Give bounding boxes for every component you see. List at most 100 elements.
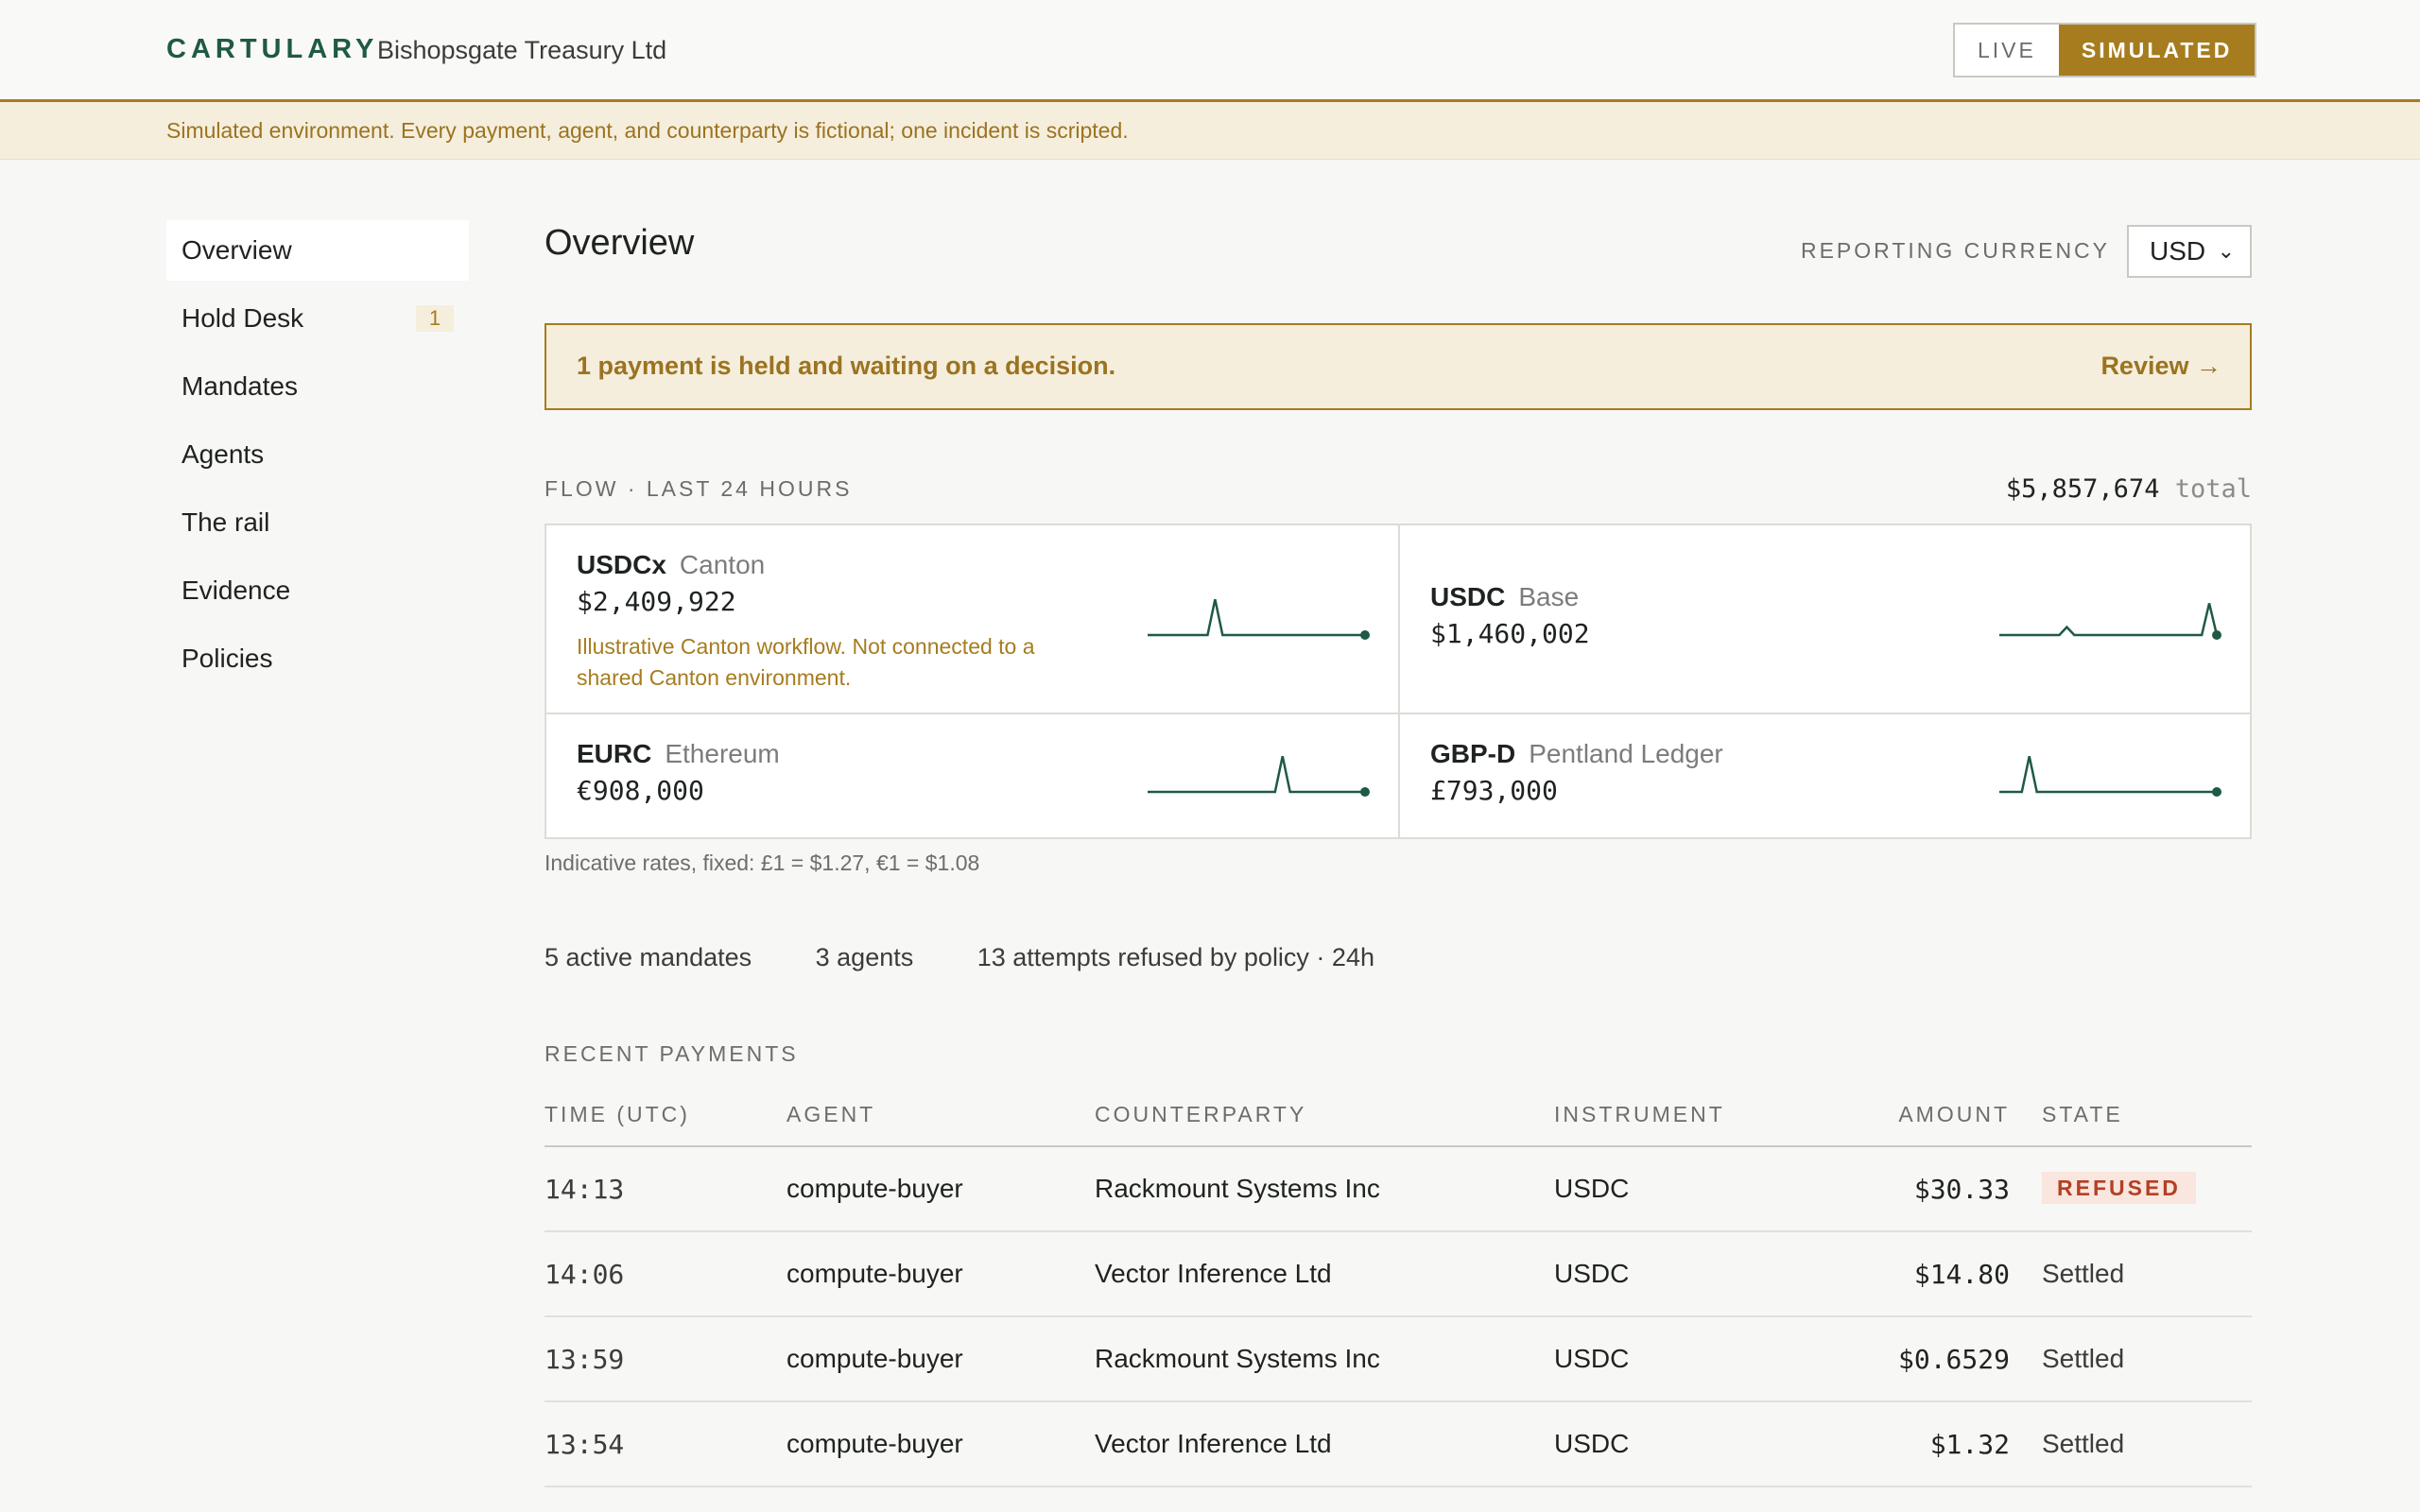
sidebar-item-evidence[interactable]: Evidence bbox=[166, 560, 469, 621]
sidebar-item-label: Agents bbox=[182, 439, 265, 469]
row-state: REFUSED bbox=[2042, 1172, 2196, 1204]
flow-card-note: Illustrative Canton workflow. Not connec… bbox=[577, 634, 1035, 690]
sparkline-chart bbox=[1148, 755, 1370, 797]
indicative-rates-note: Indicative rates, fixed: £1 = $1.27, €1 … bbox=[544, 850, 980, 875]
column-header-agent[interactable]: AGENT bbox=[786, 1102, 875, 1127]
row-state: Settled bbox=[2042, 1344, 2125, 1373]
row-amount: $0.6529 bbox=[1897, 1344, 2010, 1375]
row-amount: $1.32 bbox=[1929, 1429, 2010, 1460]
table-row[interactable]: 14:13 compute-buyer Rackmount Systems In… bbox=[544, 1147, 2252, 1232]
sparkline-endpoint bbox=[1360, 787, 1370, 797]
refused-attempts-stat[interactable]: 13 attempts refused by policy · 24h bbox=[977, 943, 1374, 971]
flow-card-usdcx[interactable]: USDCx Canton $2,409,922 Illustrative Cant… bbox=[546, 525, 1400, 714]
sidebar-item-hold-desk[interactable]: Hold Desk 1 bbox=[166, 288, 469, 349]
flow-card-network: Base bbox=[1518, 582, 1580, 611]
simulation-banner: Simulated environment. Every payment, ag… bbox=[0, 102, 2420, 160]
table-row[interactable]: 13:54 compute-buyer Vector Inference Ltd… bbox=[544, 1402, 2252, 1487]
column-header-counterparty[interactable]: COUNTERPARTY bbox=[1095, 1102, 1306, 1127]
row-agent: compute-buyer bbox=[786, 1344, 963, 1373]
sidebar-item-label: Evidence bbox=[182, 576, 291, 605]
env-live-button[interactable]: LIVE bbox=[1955, 25, 2059, 76]
review-link[interactable]: Review → bbox=[2100, 352, 2221, 381]
column-header-state[interactable]: STATE bbox=[2042, 1102, 2123, 1127]
page-title: Overview bbox=[544, 223, 695, 263]
row-instrument: USDC bbox=[1554, 1174, 1630, 1203]
flow-card-instrument: USDC Base bbox=[1430, 582, 1580, 611]
flow-section-label: FLOW · LAST 24 HOURS bbox=[544, 476, 853, 501]
flow-card-instrument: EURC Ethereum bbox=[577, 739, 780, 768]
row-counterparty: Rackmount Systems Inc bbox=[1095, 1344, 1380, 1373]
simulation-banner-text: Simulated environment. Every payment, ag… bbox=[166, 118, 1129, 143]
summary-stats: 5 active mandates 3 agents 13 attempts r… bbox=[544, 943, 1431, 972]
sparkline-path bbox=[1148, 755, 1365, 794]
reporting-currency-label: REPORTING CURRENCY bbox=[1800, 238, 2110, 263]
column-header-time[interactable]: TIME (UTC) bbox=[544, 1102, 690, 1127]
column-header-amount[interactable]: AMOUNT bbox=[1898, 1102, 2010, 1127]
flow-card-instrument: USDCx Canton bbox=[577, 550, 766, 579]
flow-card-gbp-d[interactable]: GBP-D Pentland Ledger £793,000 bbox=[1400, 714, 2251, 837]
reporting-currency-select[interactable]: USD ⌄ bbox=[2127, 225, 2252, 278]
sidebar-item-overview[interactable]: Overview bbox=[166, 220, 469, 281]
table-row[interactable]: 14:06 compute-buyer Vector Inference Ltd… bbox=[544, 1232, 2252, 1317]
table-row[interactable]: 13:59 compute-buyer Rackmount Systems In… bbox=[544, 1317, 2252, 1402]
row-counterparty: Vector Inference Ltd bbox=[1095, 1429, 1332, 1458]
flow-card-network: Canton bbox=[679, 550, 766, 579]
row-instrument: USDC bbox=[1554, 1259, 1630, 1288]
row-time: 14:06 bbox=[544, 1259, 625, 1290]
row-agent: compute-buyer bbox=[786, 1174, 963, 1203]
flow-total: $5,857,674 total bbox=[2006, 474, 2252, 504]
row-state: Settled bbox=[2042, 1429, 2125, 1458]
brand-logo[interactable]: CARTULARY bbox=[166, 34, 378, 65]
row-time: 13:59 bbox=[544, 1344, 625, 1375]
flow-card-amount: €908,000 bbox=[577, 775, 704, 806]
env-simulated-button[interactable]: SIMULATED bbox=[2058, 25, 2256, 76]
recent-payments-table: TIME (UTC) AGENT COUNTERPARTY INSTRUMENT… bbox=[544, 1094, 2252, 1487]
table-header: TIME (UTC) AGENT COUNTERPARTY INSTRUMENT… bbox=[544, 1094, 2252, 1147]
active-mandates-stat[interactable]: 5 active mandates bbox=[544, 943, 752, 971]
organization-name: Bishopsgate Treasury Ltd bbox=[377, 36, 667, 64]
row-counterparty: Vector Inference Ltd bbox=[1095, 1259, 1332, 1288]
sparkline-endpoint bbox=[2212, 630, 2221, 640]
agents-stat[interactable]: 3 agents bbox=[816, 943, 914, 971]
flow-card-amount: $1,460,002 bbox=[1430, 618, 1590, 649]
flow-card-eurc[interactable]: EURC Ethereum €908,000 bbox=[546, 714, 1400, 837]
chevron-down-icon: ⌄ bbox=[2217, 239, 2235, 263]
top-bar: CARTULARY Bishopsgate Treasury Ltd LIVE … bbox=[0, 0, 2420, 102]
recent-payments-label: RECENT PAYMENTS bbox=[544, 1041, 799, 1066]
flow-card-amount: $2,409,922 bbox=[577, 586, 736, 617]
sparkline-path bbox=[1148, 598, 1365, 637]
sparkline-chart bbox=[1999, 603, 2221, 640]
environment-toggle: LIVE SIMULATED bbox=[1953, 23, 2257, 77]
flow-grid: USDCx Canton $2,409,922 Illustrative Cant… bbox=[544, 524, 2252, 839]
flow-total-unit: total bbox=[2174, 474, 2252, 504]
sparkline-endpoint bbox=[1360, 630, 1370, 640]
sidebar-item-label: Overview bbox=[182, 235, 292, 265]
row-instrument: USDC bbox=[1554, 1429, 1630, 1458]
sidebar-item-the-rail[interactable]: The rail bbox=[166, 492, 469, 553]
flow-card-usdc[interactable]: USDC Base $1,460,002 bbox=[1400, 525, 2251, 714]
held-payment-message: 1 payment is held and waiting on a decis… bbox=[577, 352, 1116, 380]
sidebar-item-agents[interactable]: Agents bbox=[166, 424, 469, 485]
sparkline-chart bbox=[1148, 598, 1370, 640]
sparkline-path bbox=[1999, 603, 2219, 637]
sidebar-item-label: Hold Desk bbox=[182, 303, 304, 333]
row-agent: compute-buyer bbox=[786, 1259, 963, 1288]
sidebar-item-label: Policies bbox=[182, 644, 273, 673]
flow-card-network: Ethereum bbox=[665, 739, 780, 768]
row-time: 14:13 bbox=[544, 1174, 625, 1205]
flow-card-network: Pentland Ledger bbox=[1529, 739, 1723, 768]
held-payment-alert: 1 payment is held and waiting on a decis… bbox=[544, 323, 2252, 410]
row-agent: compute-buyer bbox=[786, 1429, 963, 1458]
sidebar-item-policies[interactable]: Policies bbox=[166, 628, 469, 689]
sidebar-item-mandates[interactable]: Mandates bbox=[166, 356, 469, 417]
hold-desk-count-badge: 1 bbox=[416, 305, 454, 332]
row-time: 13:54 bbox=[544, 1429, 625, 1460]
sidebar-item-label: The rail bbox=[182, 507, 270, 537]
sparkline-chart bbox=[1999, 755, 2221, 797]
refused-status-badge: REFUSED bbox=[2042, 1172, 2196, 1204]
row-counterparty: Rackmount Systems Inc bbox=[1095, 1174, 1380, 1203]
reporting-currency-value: USD bbox=[2150, 236, 2206, 266]
column-header-instrument[interactable]: INSTRUMENT bbox=[1554, 1102, 1725, 1127]
row-instrument: USDC bbox=[1554, 1344, 1630, 1373]
row-amount: $14.80 bbox=[1913, 1259, 2010, 1290]
